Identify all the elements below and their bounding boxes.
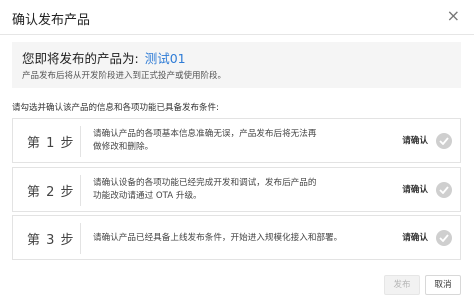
step-description: 请确认设备的各项功能已经完成开发和调试，发布后产品的功能改动请通过 OTA 升级… [93, 178, 317, 201]
summary-line: 您即将发布的产品为: 测试01 [22, 48, 186, 67]
check-circle-icon[interactable] [436, 230, 452, 246]
publish-button[interactable]: 发布 [384, 275, 420, 295]
close-icon[interactable]: × [447, 8, 460, 24]
step-2: 第 2 步 请确认设备的各项功能已经完成开发和调试，发布后产品的功能改动请通过 … [12, 167, 461, 212]
summary-note: 产品发布后将从开发阶段进入到正式投产或使用阶段。 [22, 71, 227, 81]
step-divider [80, 223, 81, 254]
header-divider [0, 34, 474, 35]
summary-lead: 您即将发布的产品为: [22, 51, 139, 66]
publish-product-dialog: 确认发布产品 × 您即将发布的产品为: 测试01 产品发布后将从开发阶段进入到正式… [0, 0, 474, 303]
dialog-header: 确认发布产品 × [0, 0, 474, 34]
check-circle-icon[interactable] [436, 182, 452, 198]
step-divider [80, 175, 81, 206]
step-label: 第 3 步 [27, 233, 75, 248]
dialog-footer: 发布 取消 [0, 268, 474, 303]
step-description: 请确认产品的各项基本信息准确无误，产品发布后将无法再做修改和删除。 [93, 129, 317, 152]
step-label: 第 1 步 [27, 136, 75, 151]
cancel-button[interactable]: 取消 [425, 275, 461, 295]
confirm-step-1-button[interactable]: 请确认 [402, 134, 428, 146]
dialog-title: 确认发布产品 [12, 13, 91, 28]
product-name: 测试01 [144, 51, 186, 66]
product-summary: 您即将发布的产品为: 测试01 产品发布后将从开发阶段进入到正式投产或使用阶段。 [12, 42, 461, 88]
confirm-step-2-button[interactable]: 请确认 [402, 183, 428, 195]
step-description: 请确认产品已经具备上线发布条件，开始进入规模化接入和部署。 [93, 233, 343, 243]
checklist-hint: 请勾选并确认该产品的信息和各项功能已具备发布条件: [12, 103, 219, 113]
step-divider [80, 126, 81, 157]
check-circle-icon[interactable] [436, 133, 452, 149]
confirm-step-3-button[interactable]: 请确认 [402, 231, 428, 243]
step-1: 第 1 步 请确认产品的各项基本信息准确无误，产品发布后将无法再做修改和删除。 … [12, 118, 461, 163]
step-label: 第 2 步 [27, 185, 75, 200]
step-3: 第 3 步 请确认产品已经具备上线发布条件，开始进入规模化接入和部署。 请确认 [12, 215, 461, 260]
